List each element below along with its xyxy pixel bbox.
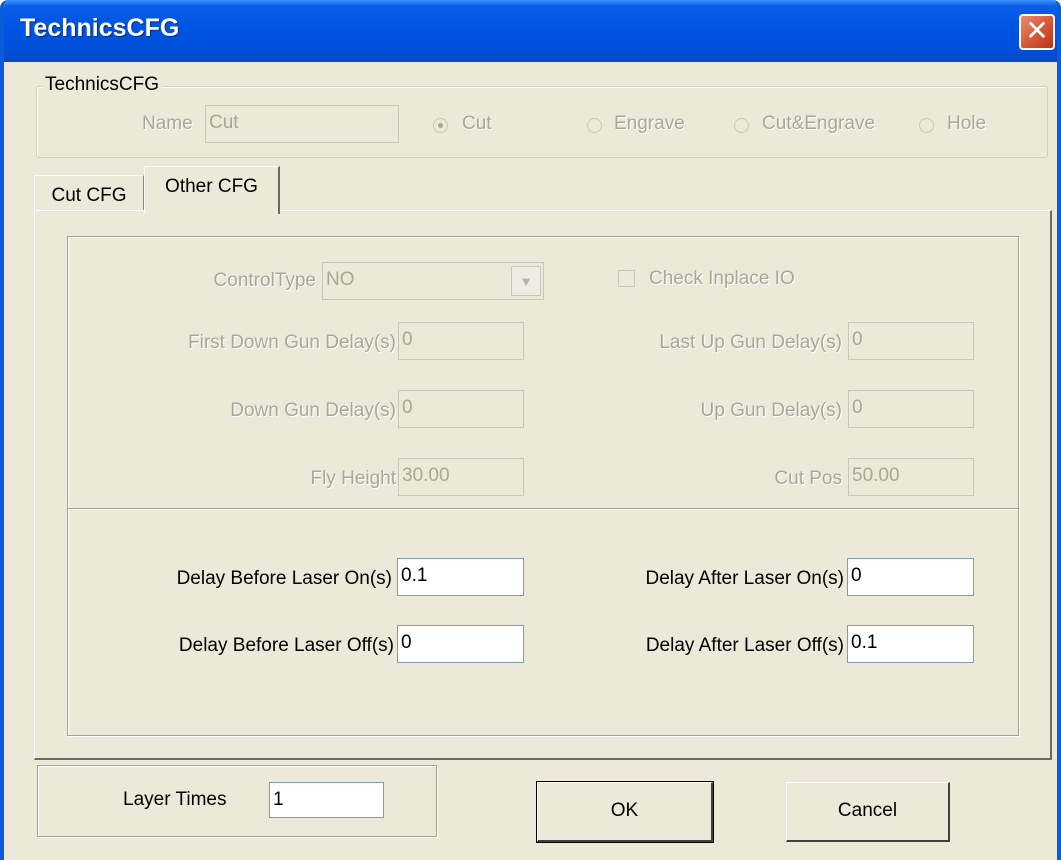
cancel-button[interactable]: Cancel: [786, 782, 950, 842]
delay-after-laser-off-label: Delay After Laser Off(s): [645, 635, 844, 656]
first-down-gun-delay-label: First Down Gun Delay(s): [188, 332, 396, 353]
chevron-down-icon[interactable]: ▼: [511, 266, 541, 296]
down-gun-delay-field[interactable]: 0: [398, 390, 524, 428]
up-gun-delay-label: Up Gun Delay(s): [700, 400, 843, 421]
title-bar[interactable]: TechnicsCFG ✕: [4, 0, 1057, 62]
down-gun-delay-label: Down Gun Delay(s): [230, 400, 396, 421]
delay-after-laser-off-field[interactable]: 0.1: [847, 625, 974, 663]
tab-cut-cfg-label: Cut CFG: [51, 185, 127, 206]
section-divider: [68, 508, 1018, 510]
cut-pos-label: Cut Pos: [774, 468, 842, 489]
close-button[interactable]: ✕: [1019, 14, 1055, 50]
first-down-gun-delay-field[interactable]: 0: [398, 322, 524, 360]
technics-group-legend: TechnicsCFG: [42, 74, 163, 96]
radio-hole[interactable]: [919, 118, 934, 133]
technics-cfg-dialog: TechnicsCFG ✕ TechnicsCFG Name Cut Cut E…: [0, 0, 1061, 860]
delay-before-laser-on-field[interactable]: 0.1: [397, 558, 524, 596]
name-label: Name: [142, 113, 193, 134]
tab-cut-cfg[interactable]: Cut CFG: [34, 175, 144, 211]
name-field[interactable]: Cut: [205, 105, 399, 143]
up-gun-delay-field[interactable]: 0: [848, 390, 974, 428]
delay-before-laser-off-field[interactable]: 0: [397, 625, 524, 663]
fly-height-field[interactable]: 30.00: [398, 458, 524, 496]
delay-after-laser-on-field[interactable]: 0: [847, 558, 974, 596]
check-inplace-io-checkbox[interactable]: [618, 270, 635, 287]
delay-after-laser-on-label: Delay After Laser On(s): [645, 568, 844, 589]
radio-cut[interactable]: [433, 118, 448, 133]
delay-before-laser-on-label: Delay Before Laser On(s): [176, 568, 392, 589]
radio-cut-engrave-label: Cut&Engrave: [762, 113, 876, 134]
radio-cut-engrave[interactable]: [734, 118, 749, 133]
close-icon: ✕: [1025, 14, 1049, 47]
tab-other-cfg[interactable]: Other CFG: [144, 166, 280, 214]
delay-before-laser-off-label: Delay Before Laser Off(s): [178, 635, 394, 656]
tab-other-cfg-label: Other CFG: [165, 176, 258, 197]
radio-engrave[interactable]: [587, 118, 602, 133]
radio-engrave-label: Engrave: [614, 113, 685, 134]
check-inplace-io-label: Check Inplace IO: [649, 268, 795, 289]
last-up-gun-delay-field[interactable]: 0: [848, 322, 974, 360]
control-type-label: ControlType: [213, 270, 316, 291]
ok-button[interactable]: OK: [536, 781, 714, 843]
layer-times-field[interactable]: 1: [269, 782, 384, 818]
radio-hole-label: Hole: [947, 113, 987, 134]
last-up-gun-delay-label: Last Up Gun Delay(s): [659, 332, 842, 353]
cut-pos-field[interactable]: 50.00: [848, 458, 974, 496]
fly-height-label: Fly Height: [310, 468, 396, 489]
radio-cut-label: Cut: [462, 113, 492, 134]
window-title: TechnicsCFG: [20, 14, 180, 42]
layer-times-label: Layer Times: [123, 789, 227, 810]
